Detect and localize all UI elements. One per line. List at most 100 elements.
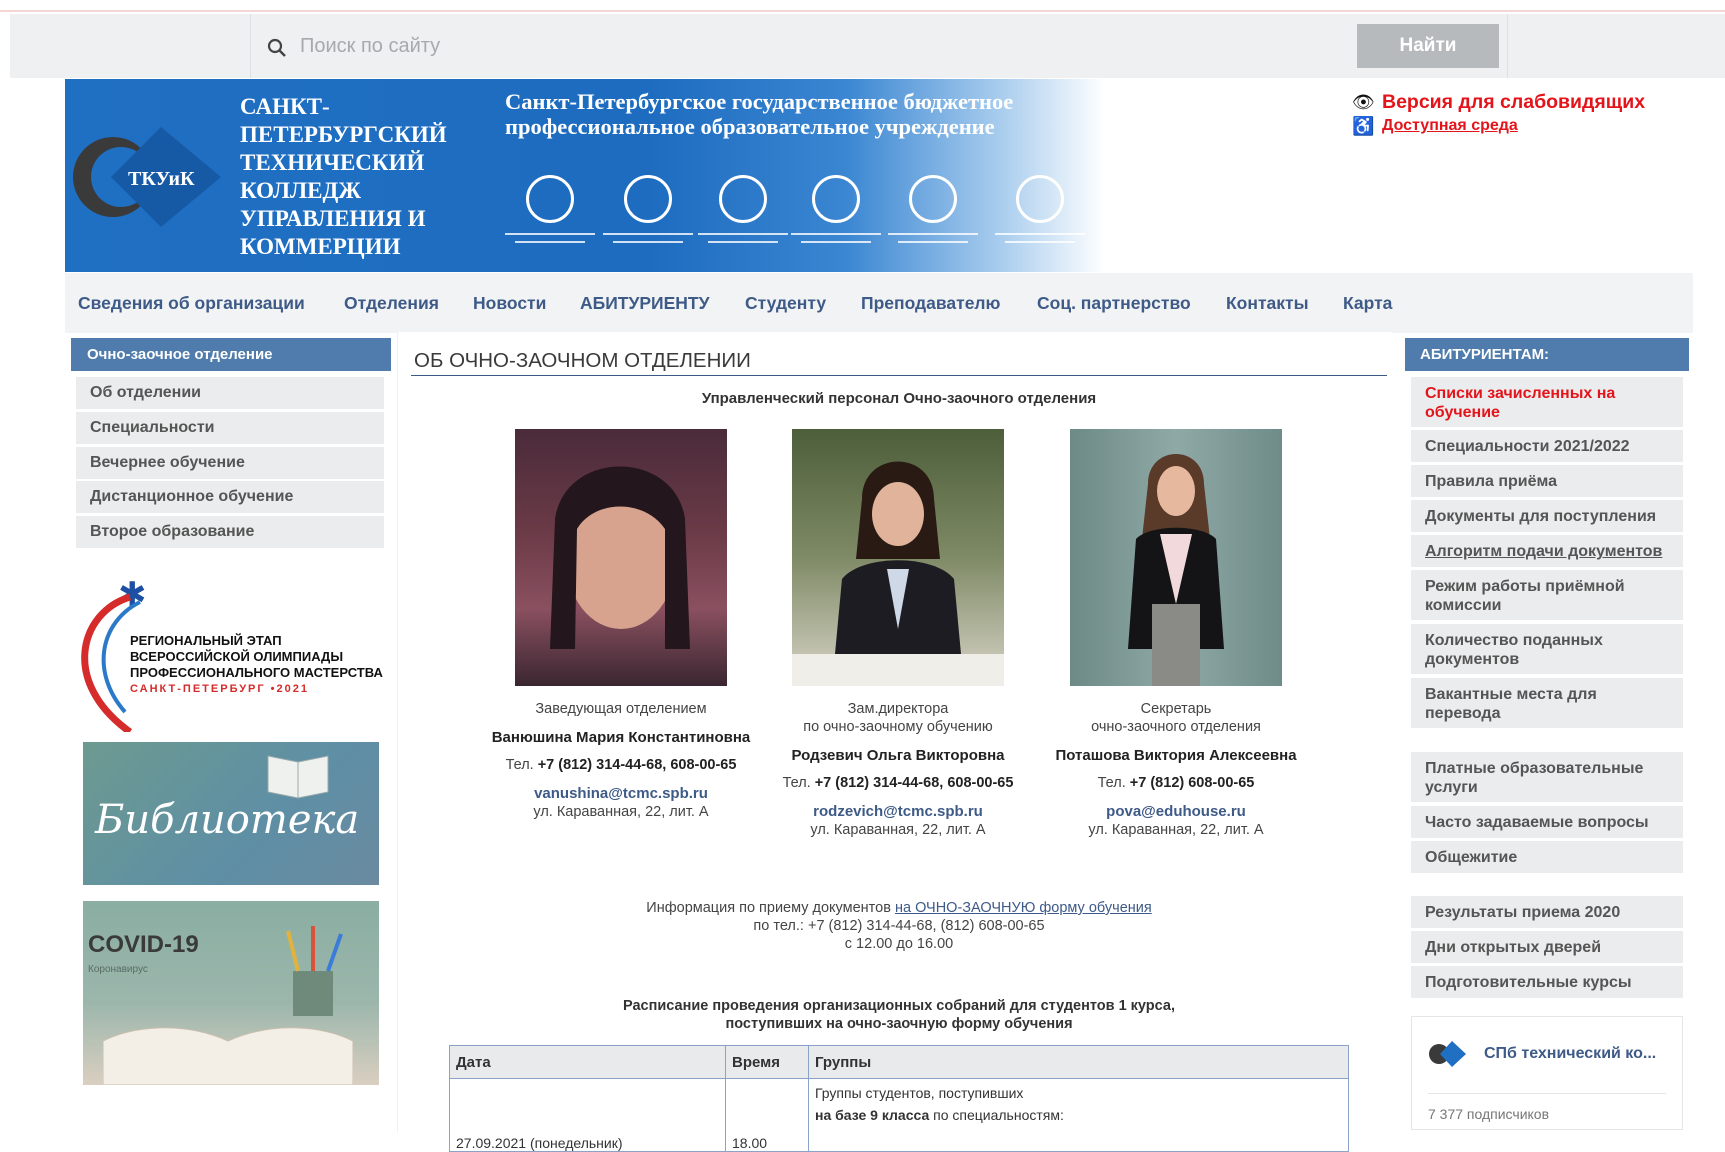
search-input[interactable]: [300, 28, 1350, 64]
column-header-date: Дата: [449, 1045, 726, 1079]
staff-photo: [1070, 429, 1282, 686]
library-banner[interactable]: Библиотека: [83, 742, 379, 885]
admission-hours: с 12.00 до 16.00: [844, 936, 954, 952]
staff-phone: Тел. +7 (812) 314-44-68, 608-00-65: [505, 757, 737, 773]
staff-email-link[interactable]: vanushina@tcmc.spb.ru: [491, 785, 751, 802]
admission-phone: по тел.: +7 (812) 314-44-68, (812) 608-0…: [753, 918, 1045, 934]
staff-role: Зам.директора по очно-заочному обучению: [803, 701, 993, 735]
part-time-form-link[interactable]: на ОЧНО-ЗАОЧНУЮ форму обучения: [895, 900, 1152, 916]
main-nav: Сведения об организации Отделения Новост…: [65, 273, 1693, 333]
cell-time: 18.00: [725, 1078, 809, 1152]
college-logo-small: [1429, 1041, 1466, 1067]
accessibility-version-label[interactable]: Версия для слабовидящих: [1382, 91, 1645, 114]
award-badge-icon: [995, 175, 1085, 265]
divider: [1507, 14, 1508, 78]
college-name[interactable]: САНКТ-ПЕТЕРБУРГСКИЙ ТЕХНИЧЕСКИЙ КОЛЛЕДЖ …: [240, 93, 460, 261]
vk-subscribers: 7 377 подписчиков: [1428, 1106, 1550, 1122]
staff-phone: Тел. +7 (812) 314-44-68, 608-00-65: [782, 775, 1014, 791]
sidebar-item-submission-algorithm[interactable]: Алгоритм подачи документов: [1411, 535, 1683, 567]
award-badge-icon: [888, 175, 978, 265]
search-bar: Найти: [10, 14, 1725, 78]
pencils-icon: [286, 926, 343, 1016]
sidebar-item-specialties[interactable]: Специальности: [76, 412, 384, 444]
covid-subtitle: Коронавирус: [88, 964, 148, 975]
nav-applicant[interactable]: АБИТУРИЕНТУ: [580, 293, 710, 314]
cell-groups: Группы студентов, поступивших на базе 9 …: [808, 1078, 1349, 1152]
sidebar-item-second-education[interactable]: Второе образование: [76, 516, 384, 548]
nav-about-organization[interactable]: Сведения об организации: [78, 293, 305, 314]
staff-name: Поташова Виктория Алексеевна: [1055, 747, 1297, 764]
library-label: Библиотека: [95, 797, 360, 843]
table-header-row: Дата Время Группы: [449, 1045, 1349, 1079]
nav-map[interactable]: Карта: [1343, 293, 1392, 314]
sidebar-item-evening[interactable]: Вечернее обучение: [76, 447, 384, 479]
staff-photo: [515, 429, 727, 686]
nav-contacts[interactable]: Контакты: [1226, 293, 1309, 314]
column-header-groups: Группы: [808, 1045, 1349, 1079]
sidebar-item-submitted-count[interactable]: Количество поданных документов: [1411, 624, 1683, 674]
staff-card: Секретарь очно-заочного отделения Поташо…: [1046, 429, 1306, 838]
search-button[interactable]: Найти: [1357, 24, 1499, 68]
staff-email-link[interactable]: pova@eduhouse.ru: [1046, 803, 1306, 820]
college-logo[interactable]: ТКУиК: [71, 117, 221, 237]
accessibility-version-link[interactable]: 👁 Версия для слабовидящих: [1352, 90, 1645, 114]
sidebar-item-dormitory[interactable]: Общежитие: [1411, 841, 1683, 873]
staff-address: ул. Караванная, 22, лит. А: [810, 822, 986, 838]
top-border: [0, 10, 1725, 12]
sidebar-item-specialties-2021[interactable]: Специальности 2021/2022: [1411, 430, 1683, 462]
sidebar-item-prep-courses[interactable]: Подготовительные курсы: [1411, 966, 1683, 998]
nav-partnership[interactable]: Соц. партнерство: [1037, 293, 1191, 314]
right-sidebar-title: АБИТУРИЕНТАМ:: [1405, 338, 1689, 371]
staff-role: Секретарь очно-заочного отделения: [1091, 701, 1261, 735]
sidebar-item-results-2020[interactable]: Результаты приема 2020: [1411, 896, 1683, 928]
accessible-environment-label[interactable]: Доступная среда: [1382, 117, 1518, 135]
staff-email-link[interactable]: rodzevich@tcmc.spb.ru: [768, 803, 1028, 820]
search-icon: [267, 38, 286, 57]
staff-card: Заведующая отделением Ванюшина Мария Кон…: [491, 429, 751, 820]
sidebar-item-enrolled-lists[interactable]: Списки зачисленных на обучение: [1411, 377, 1683, 427]
sidebar-item-about[interactable]: Об отделении: [76, 377, 384, 409]
banner-background[interactable]: ТКУиК САНКТ-ПЕТЕРБУРГСКИЙ ТЕХНИЧЕСКИЙ КО…: [65, 79, 1365, 272]
table-row: 27.09.2021 (понедельник) 18.00 Группы ст…: [449, 1078, 1349, 1152]
schedule-heading: Расписание проведения организационных со…: [623, 998, 1175, 1032]
page-title: ОБ ОЧНО-ЗАОЧНОМ ОТДЕЛЕНИИ: [414, 349, 751, 372]
accessibility-links: 👁 Версия для слабовидящих ♿ Доступная ср…: [1352, 90, 1645, 138]
sidebar-item-distance[interactable]: Дистанционное обучение: [76, 481, 384, 513]
org-name: Санкт-Петербургское государственное бюдж…: [505, 89, 1014, 139]
open-book-icon: [103, 1027, 353, 1085]
sidebar-item-documents[interactable]: Документы для поступления: [1411, 500, 1683, 532]
eye-icon: 👁: [1352, 91, 1375, 112]
olympiad-banner[interactable]: ✱ РЕГИОНАЛЬНЫЙ ЭТАП ВСЕРОССИЙСКОЙ ОЛИМПИ…: [70, 578, 400, 732]
nav-departments[interactable]: Отделения: [344, 293, 439, 314]
sidebar-item-paid-services[interactable]: Платные образовательные услуги: [1411, 752, 1683, 802]
award-badge-icon: [505, 175, 595, 265]
column-header-time: Время: [725, 1045, 809, 1079]
olympiad-city: САНКТ-ПЕТЕРБУРГ •2021: [130, 683, 309, 695]
sidebar-item-open-days[interactable]: Дни открытых дверей: [1411, 931, 1683, 963]
schedule-table: Дата Время Группы 27.09.2021 (понедельни…: [449, 1045, 1349, 1152]
divider: [1428, 1093, 1666, 1094]
staff-name: Родзевич Ольга Викторовна: [791, 747, 1005, 764]
staff-address: ул. Караванная, 22, лит. А: [533, 804, 709, 820]
title-divider: [411, 375, 1387, 376]
book-icon: [267, 755, 329, 799]
staff-address: ул. Караванная, 22, лит. А: [1088, 822, 1264, 838]
covid-banner[interactable]: COVID-19 Коронавирус: [83, 901, 379, 1085]
vk-group-name[interactable]: СПб технический ко...: [1484, 1045, 1656, 1063]
award-badge-icon: [603, 175, 693, 265]
accessible-environment-link[interactable]: ♿ Доступная среда: [1352, 114, 1645, 138]
award-badge-icon: [698, 175, 788, 265]
sidebar-item-vacancies[interactable]: Вакантные места для перевода: [1411, 678, 1683, 728]
left-sidebar-title[interactable]: Очно-заочное отделение: [71, 338, 391, 371]
covid-title: COVID-19: [88, 931, 199, 958]
nav-teacher[interactable]: Преподавателю: [861, 293, 1001, 314]
nav-student[interactable]: Студенту: [745, 293, 826, 314]
sidebar-item-commission-hours[interactable]: Режим работы приёмной комиссии: [1411, 570, 1683, 620]
staff-heading: Управленческий персонал Очно-заочного от…: [701, 390, 1097, 407]
vk-widget[interactable]: СПб технический ко... 7 377 подписчиков: [1411, 1016, 1683, 1130]
nav-news[interactable]: Новости: [473, 293, 546, 314]
sidebar-item-admission-rules[interactable]: Правила приёма: [1411, 465, 1683, 497]
sidebar-item-faq[interactable]: Часто задаваемые вопросы: [1411, 806, 1683, 838]
staff-name: Ванюшина Мария Константиновна: [491, 729, 751, 746]
logo-text: ТКУиК: [128, 168, 195, 190]
